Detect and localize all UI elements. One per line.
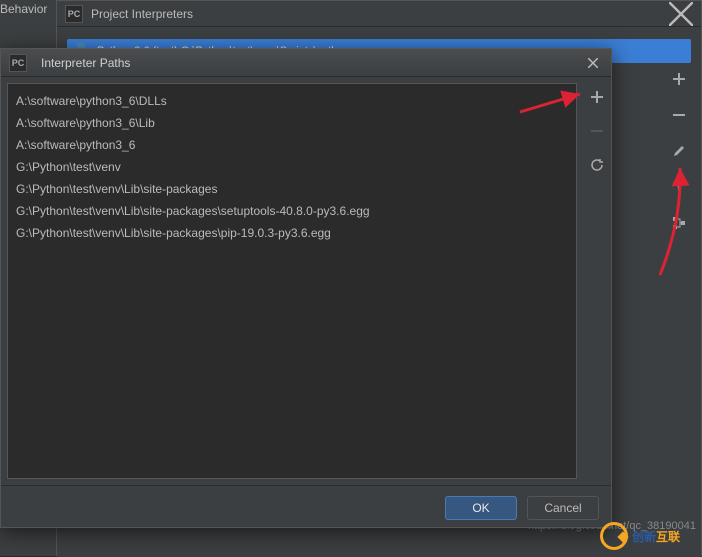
pycharm-icon: PC: [65, 5, 83, 23]
list-item[interactable]: G:\Python\test\venv\Lib\site-packages: [8, 178, 576, 200]
list-item[interactable]: G:\Python\test\venv\Lib\site-packages\pi…: [8, 222, 576, 244]
list-item[interactable]: G:\Python\test\venv: [8, 156, 576, 178]
interpreters-toolbar: [667, 67, 691, 235]
add-path-icon[interactable]: [587, 87, 607, 107]
logo-text: 创新互联: [632, 528, 680, 545]
logo-icon: [600, 522, 628, 550]
cancel-button[interactable]: Cancel: [527, 496, 599, 520]
list-item[interactable]: A:\software\python3_6\Lib: [8, 112, 576, 134]
close-icon[interactable]: [669, 2, 693, 26]
paths-list[interactable]: A:\software\python3_6\DLLs A:\software\p…: [7, 83, 577, 479]
filter-icon[interactable]: [667, 175, 691, 199]
ok-button[interactable]: OK: [445, 496, 517, 520]
interpreter-paths-title: Interpreter Paths: [41, 56, 583, 70]
interpreter-paths-dialog: PC Interpreter Paths A:\software\python3…: [0, 48, 612, 528]
show-paths-icon[interactable]: [667, 211, 691, 235]
list-item[interactable]: A:\software\python3_6\DLLs: [8, 90, 576, 112]
add-interpreter-icon[interactable]: [667, 67, 691, 91]
pycharm-icon: PC: [9, 54, 27, 72]
close-icon[interactable]: [583, 53, 603, 73]
logo: 创新互联: [600, 522, 680, 550]
project-interpreters-title: Project Interpreters: [91, 7, 669, 21]
list-item[interactable]: A:\software\python3_6: [8, 134, 576, 156]
interpreter-paths-footer: OK Cancel: [1, 485, 611, 529]
interpreter-paths-titlebar: PC Interpreter Paths: [1, 49, 611, 77]
paths-toolbar: [583, 77, 611, 485]
project-interpreters-titlebar: PC Project Interpreters: [57, 1, 701, 27]
remove-path-icon[interactable]: [587, 121, 607, 141]
remove-interpreter-icon[interactable]: [667, 103, 691, 127]
sidebar-behavior-label: Behavior: [0, 2, 47, 16]
interpreter-paths-body: A:\software\python3_6\DLLs A:\software\p…: [1, 77, 611, 485]
list-item[interactable]: G:\Python\test\venv\Lib\site-packages\se…: [8, 200, 576, 222]
edit-interpreter-icon[interactable]: [667, 139, 691, 163]
reload-paths-icon[interactable]: [587, 155, 607, 175]
